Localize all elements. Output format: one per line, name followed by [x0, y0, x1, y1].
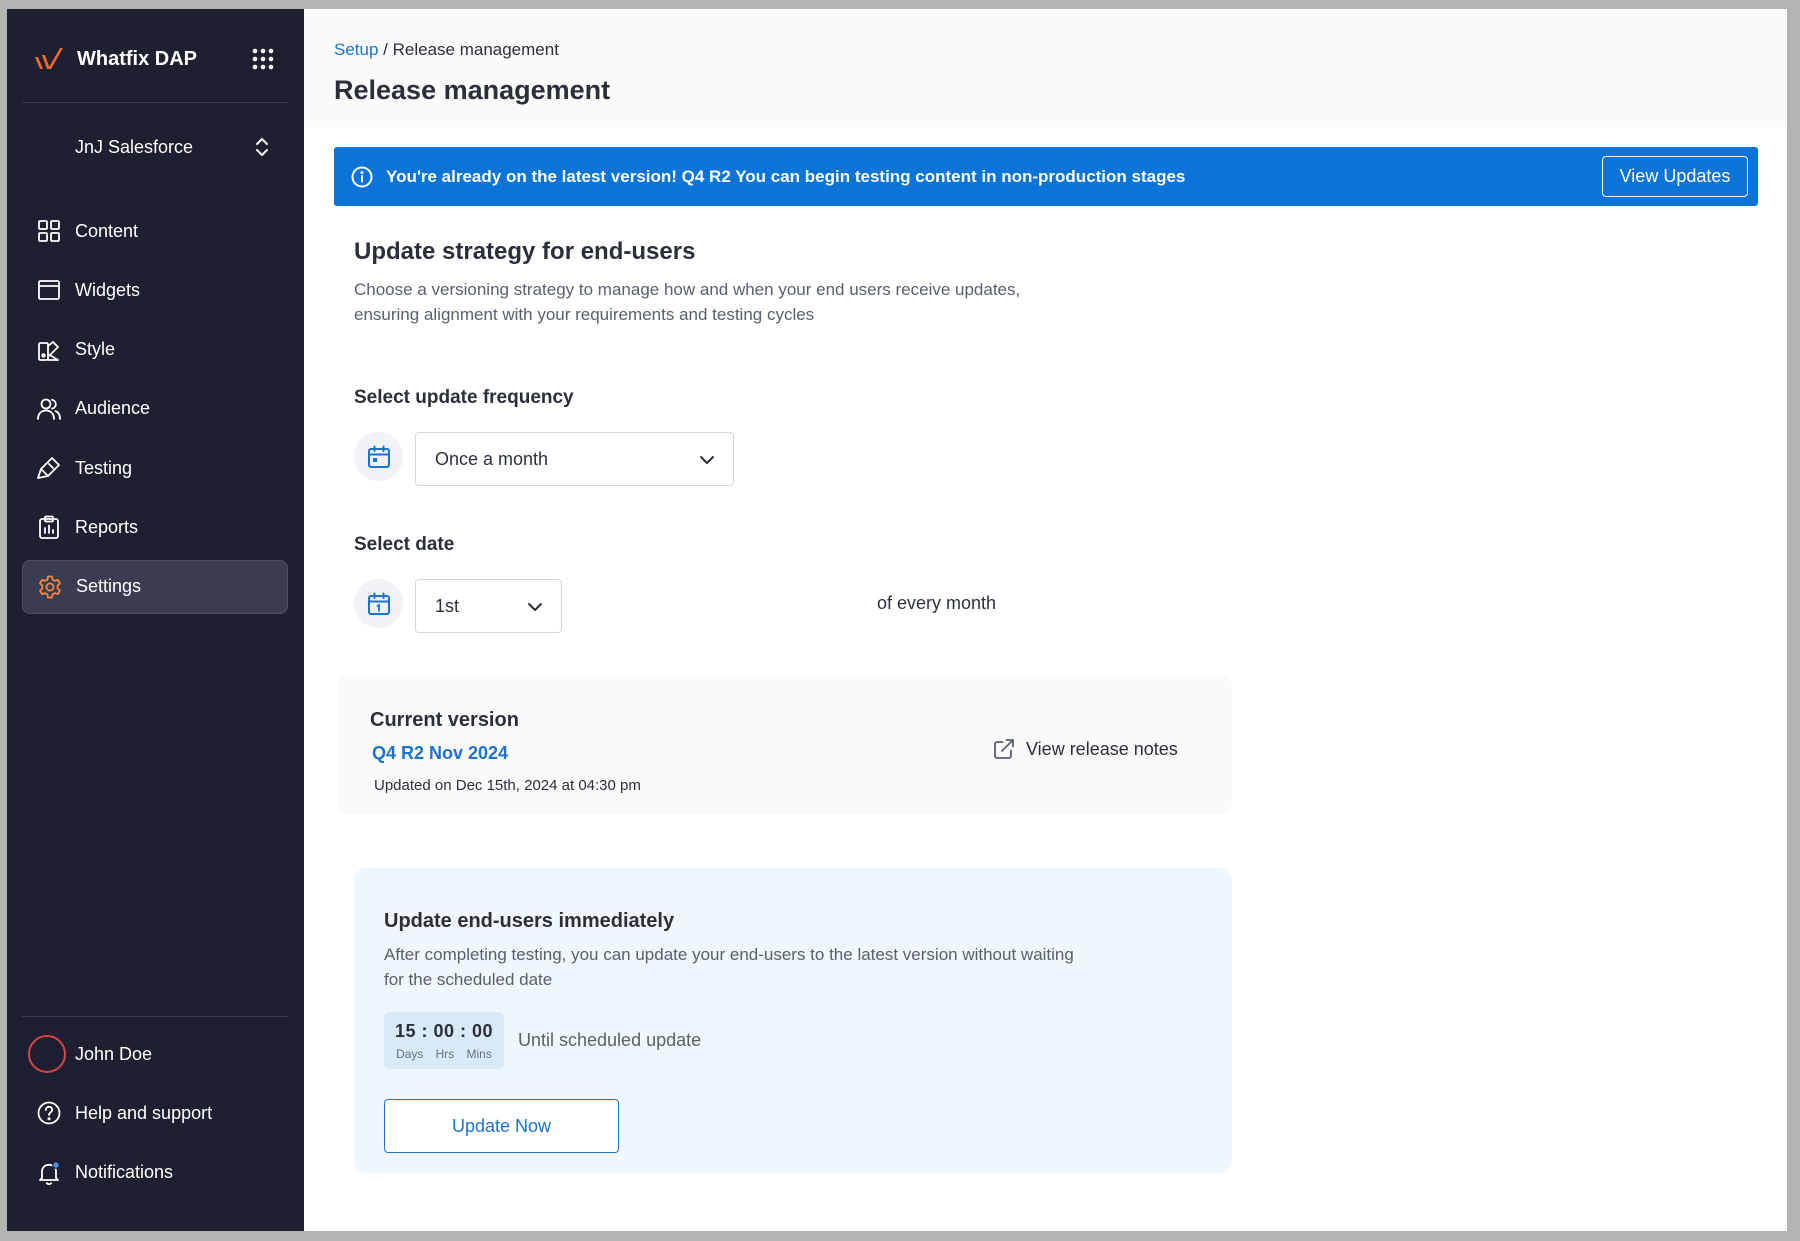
app-window: Whatfix DAP JnJ Salesforce Content Widge…: [7, 9, 1787, 1231]
breadcrumb-current: Release management: [392, 40, 559, 59]
widget-window-icon: [38, 280, 60, 301]
sidebar: Whatfix DAP JnJ Salesforce Content Widge…: [7, 9, 304, 1231]
help-label: Help and support: [75, 1102, 213, 1123]
frequency-select[interactable]: Once a month: [415, 432, 734, 486]
page-header: Setup / Release management Release manag…: [304, 9, 1787, 127]
date-calendar-badge: [354, 579, 403, 628]
main-content: Setup / Release management Release manag…: [304, 9, 1787, 1231]
current-version-title: Current version: [370, 709, 519, 731]
test-brush-icon: [37, 457, 60, 480]
chevron-down-icon: [700, 456, 714, 464]
apps-grid-icon[interactable]: [249, 45, 277, 73]
view-release-notes-link[interactable]: View release notes: [992, 737, 1178, 761]
org-name: JnJ Salesforce: [75, 136, 194, 157]
sidebar-divider-top: [22, 102, 288, 103]
page-title: Release management: [334, 75, 611, 105]
sidebar-item-content[interactable]: Content: [22, 204, 288, 258]
gear-icon: [39, 575, 61, 599]
info-icon: [351, 166, 373, 187]
sidebar-item-label: Settings: [76, 576, 142, 597]
immediate-update-title: Update end-users immediately: [384, 910, 675, 932]
countdown-mins-unit: Mins: [466, 1047, 492, 1061]
sidebar-nav: Content Widgets Style Audience Testing R…: [22, 204, 288, 619]
sidebar-item-audience[interactable]: Audience: [22, 382, 288, 436]
breadcrumb-setup-link[interactable]: Setup: [334, 40, 378, 59]
brand-name: Whatfix DAP: [77, 47, 197, 70]
sidebar-item-label: Audience: [75, 398, 151, 419]
user-profile[interactable]: John Doe: [22, 1027, 288, 1081]
grid-icon: [38, 220, 60, 242]
org-switcher[interactable]: JnJ Salesforce: [22, 125, 288, 169]
countdown-hrs-unit: Hrs: [435, 1047, 455, 1061]
breadcrumb: Setup / Release management: [334, 40, 559, 60]
sidebar-item-label: Content: [75, 220, 139, 241]
help-and-support[interactable]: Help and support: [22, 1086, 288, 1140]
date-label: Select date: [354, 534, 455, 555]
date-suffix: of every month: [877, 593, 997, 613]
notifications-label: Notifications: [75, 1162, 174, 1183]
calendar-icon: [367, 445, 390, 468]
whatfix-logo-icon: [35, 48, 63, 69]
sidebar-item-widgets[interactable]: Widgets: [22, 263, 288, 317]
external-link-icon: [994, 739, 1014, 759]
avatar: [28, 1035, 66, 1073]
notifications[interactable]: Notifications: [22, 1146, 288, 1200]
countdown-digits: 15 : 00 : 00: [394, 1021, 494, 1041]
latest-version-banner: You're already on the latest version! Q4…: [334, 147, 1758, 206]
user-name: John Doe: [75, 1043, 153, 1064]
users-icon: [37, 398, 61, 420]
current-version-link[interactable]: Q4 R2 Nov 2024: [372, 743, 508, 764]
chevron-up-down-icon: [256, 138, 268, 156]
sidebar-item-label: Reports: [75, 516, 139, 537]
bell-icon: [39, 1160, 60, 1185]
update-now-button[interactable]: Update Now: [384, 1099, 619, 1153]
banner-message: You're already on the latest version! Q4…: [386, 166, 1186, 186]
strategy-description: Choose a versioning strategy to manage h…: [354, 280, 1021, 324]
sidebar-item-label: Style: [75, 339, 116, 360]
sidebar-divider-bottom: [22, 1016, 288, 1017]
current-version-card: Current version Q4 R2 Nov 2024 Updated o…: [337, 676, 1232, 814]
sidebar-item-testing[interactable]: Testing: [22, 441, 288, 495]
countdown-caption: Until scheduled update: [518, 1030, 702, 1050]
palette-icon: [38, 340, 59, 361]
sidebar-item-style[interactable]: Style: [22, 323, 288, 377]
sidebar-item-label: Testing: [75, 457, 133, 478]
sidebar-item-label: Widgets: [75, 279, 141, 300]
chevron-down-icon: [528, 603, 542, 611]
immediate-update-card: Update end-users immediately After compl…: [354, 868, 1232, 1173]
help-circle-icon: [37, 1101, 61, 1125]
strategy-title: Update strategy for end-users: [354, 238, 696, 265]
frequency-calendar-badge: [354, 432, 403, 481]
date-select-value: 1st: [435, 595, 460, 616]
countdown-days-unit: Days: [396, 1047, 424, 1061]
countdown-timer: 15 : 00 : 00 Days Hrs Mins: [384, 1012, 504, 1069]
sidebar-item-reports[interactable]: Reports: [22, 500, 288, 554]
frequency-select-value: Once a month: [435, 448, 549, 469]
sidebar-bottom: John Doe Help and support Notifications: [22, 1027, 288, 1205]
date-select[interactable]: 1st: [415, 579, 562, 633]
calendar-day-icon: [367, 592, 390, 615]
countdown-units: Days Hrs Mins: [384, 1047, 504, 1061]
brand[interactable]: Whatfix DAP: [33, 39, 197, 79]
immediate-update-description: After completing testing, you can update…: [384, 945, 1074, 989]
current-version-updated: Updated on Dec 15th, 2024 at 04:30 pm: [374, 777, 641, 794]
sidebar-item-settings[interactable]: Settings: [22, 559, 288, 614]
frequency-label: Select update frequency: [354, 387, 574, 408]
release-notes-label: View release notes: [1026, 738, 1178, 759]
breadcrumb-separator: /: [378, 40, 393, 59]
view-updates-button[interactable]: View Updates: [1602, 156, 1748, 197]
clipboard-icon: [39, 516, 59, 540]
